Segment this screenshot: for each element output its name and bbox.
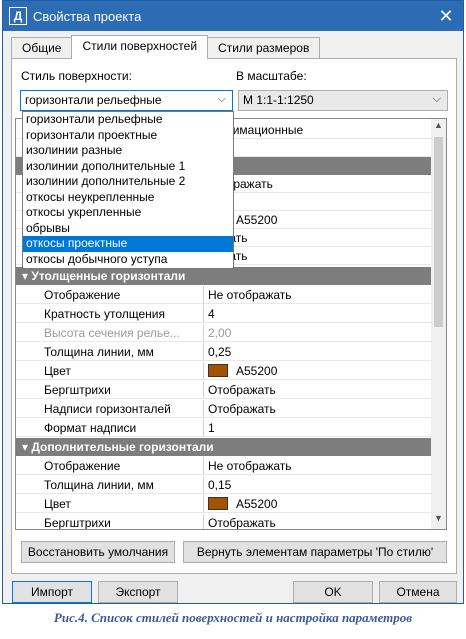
surface-style-select[interactable]: горизонтали рельефные ⌵ xyxy=(20,90,233,111)
grid-row: Высота сечения релье... 2,00 xyxy=(16,324,432,342)
property-name: Надписи горизонталей xyxy=(16,400,204,418)
grid-row[interactable]: Толщина линии, мм 0,25 xyxy=(16,343,432,361)
grid-row[interactable]: Толщина линии, мм 0,15 xyxy=(16,476,432,494)
property-name: Отображение xyxy=(16,457,204,475)
property-value[interactable]: 0,15 xyxy=(204,476,432,494)
property-value[interactable]: Отображать xyxy=(204,381,432,399)
surface-style-label: Стиль поверхности: xyxy=(21,69,132,83)
grid-row[interactable]: Бергштрихи Отображать xyxy=(16,381,432,399)
dropdown-option-selected[interactable]: откосы проектные xyxy=(23,236,233,252)
dropdown-option[interactable]: горизонтали рельефные xyxy=(23,112,233,128)
grid-row[interactable]: Отображение Не отображать xyxy=(16,457,432,475)
grid-row[interactable]: Бергштрихи Отображать xyxy=(16,514,432,529)
property-value: 2,00 xyxy=(204,324,432,342)
project-properties-dialog: Д Свойства проекта ✕ Общие Стили поверхн… xyxy=(2,0,464,604)
property-name: Толщина линии, мм xyxy=(16,343,204,361)
reset-to-style-button[interactable]: Вернуть элементам параметры 'По стилю' xyxy=(183,541,447,563)
property-value[interactable]: 0,25 xyxy=(204,343,432,361)
category-extra-contours[interactable]: ▾ Дополнительные горизонтали xyxy=(16,438,432,456)
grid-row[interactable]: Надписи горизонталей Отображать xyxy=(16,400,432,418)
dropdown-option[interactable]: горизонтали проектные xyxy=(23,128,233,144)
chevron-down-icon: ⌵ xyxy=(217,93,226,105)
property-value[interactable]: A55200 xyxy=(204,362,432,380)
grid-row[interactable]: Отображение Не отображать xyxy=(16,286,432,304)
dropdown-option[interactable]: изолинии разные xyxy=(23,143,233,159)
color-swatch xyxy=(208,497,228,510)
tab-strip: Общие Стили поверхностей Стили размеров xyxy=(11,35,321,59)
cancel-button[interactable]: Отмена xyxy=(379,581,457,603)
tab-surface-styles[interactable]: Стили поверхностей xyxy=(71,35,209,59)
property-value[interactable]: A55200 xyxy=(204,495,432,513)
dropdown-option[interactable]: обрывы xyxy=(23,221,233,237)
property-value[interactable]: Не отображать xyxy=(204,457,432,475)
property-value[interactable]: Отображать xyxy=(204,400,432,418)
figure-caption: Рис.4. Список стилей поверхностей и наст… xyxy=(53,610,413,625)
dropdown-option[interactable]: изолинии дополнительные 1 xyxy=(23,159,233,175)
property-name: Бергштрихи xyxy=(16,514,204,529)
ok-button[interactable]: OK xyxy=(293,581,373,603)
property-value[interactable]: Отображать xyxy=(204,514,432,529)
scale-value: М 1:1-1:1250 xyxy=(243,93,314,107)
color-swatch xyxy=(208,364,228,377)
tab-general[interactable]: Общие xyxy=(11,37,73,59)
dropdown-option[interactable]: откосы неукрепленные xyxy=(23,190,233,206)
dropdown-option[interactable]: откосы укрепленные xyxy=(23,205,233,221)
property-name: Отображение xyxy=(16,286,204,304)
property-value[interactable]: 1 xyxy=(204,419,432,437)
window-title: Свойства проекта xyxy=(33,8,142,24)
property-name: Кратность утолщения xyxy=(16,305,204,323)
surface-style-dropdown-list: горизонтали рельефные горизонтали проект… xyxy=(22,111,234,269)
property-value[interactable]: 4 xyxy=(204,305,432,323)
app-icon: Д xyxy=(9,7,27,25)
surface-style-value: горизонтали рельефные xyxy=(25,93,162,107)
tab-dimension-styles[interactable]: Стили размеров xyxy=(207,37,321,59)
close-icon[interactable]: ✕ xyxy=(435,5,457,27)
scroll-up-icon[interactable]: ▲ xyxy=(431,120,446,135)
property-value[interactable]: Не отображать xyxy=(204,286,432,304)
property-name: Цвет xyxy=(16,495,204,513)
dropdown-option[interactable]: изолинии дополнительные 2 xyxy=(23,174,233,190)
property-name: Цвет xyxy=(16,362,204,380)
dropdown-option[interactable]: откосы добычного уступа xyxy=(23,252,233,268)
restore-defaults-button[interactable]: Восстановить умолчания xyxy=(21,541,175,563)
import-button[interactable]: Импорт xyxy=(12,581,92,603)
property-name: Толщина линии, мм xyxy=(16,476,204,494)
export-button[interactable]: Экспорт xyxy=(98,581,178,603)
chevron-down-icon: ⌵ xyxy=(432,93,441,105)
scale-label: В масштабе: xyxy=(236,69,307,83)
title-bar: Д Свойства проекта ✕ xyxy=(3,1,463,31)
property-name: Бергштрихи xyxy=(16,381,204,399)
scale-select[interactable]: М 1:1-1:1250 ⌵ xyxy=(238,90,448,111)
grid-scrollbar[interactable]: ▲ ▼ xyxy=(431,119,446,529)
grid-row[interactable]: Кратность утолщения 4 xyxy=(16,305,432,323)
property-name: Высота сечения релье... xyxy=(16,324,204,342)
scroll-thumb[interactable] xyxy=(434,137,443,327)
grid-row[interactable]: Формат надписи 1 xyxy=(16,419,432,437)
grid-row[interactable]: Цвет A55200 xyxy=(16,362,432,380)
scroll-down-icon[interactable]: ▼ xyxy=(431,513,446,528)
category-thick-contours[interactable]: ▾ Утолщенные горизонтали xyxy=(16,267,432,285)
grid-row[interactable]: Цвет A55200 xyxy=(16,495,432,513)
property-name: Формат надписи xyxy=(16,419,204,437)
